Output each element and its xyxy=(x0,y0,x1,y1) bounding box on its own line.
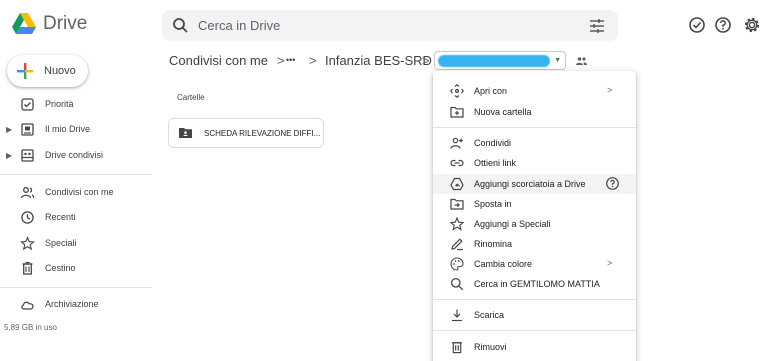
breadcrumb-infanzia[interactable]: Infanzia BES-SRD xyxy=(325,53,432,68)
sidebar-item-starred[interactable]: Speciali xyxy=(0,233,152,255)
sidebar-divider xyxy=(0,174,152,175)
menu-item-label: Aggiungi scorciatoia a Drive xyxy=(474,179,586,189)
new-folder-icon xyxy=(450,105,464,119)
chevron-down-icon: ▼ xyxy=(554,57,561,64)
search-bar[interactable]: Cerca in Drive xyxy=(162,10,618,41)
submenu-arrow-icon: > xyxy=(607,85,613,95)
menu-item-search-in[interactable]: Cerca in GEMTILOMO MATTIA xyxy=(433,274,636,294)
menu-item-get-link[interactable]: Ottieni link xyxy=(433,153,636,173)
breadcrumb-separator: > xyxy=(422,53,430,68)
current-folder-dropdown[interactable]: ▼ xyxy=(434,51,566,70)
sidebar-item-recent[interactable]: Recenti xyxy=(0,207,152,229)
menu-item-label: Condividi xyxy=(474,138,512,148)
sidebar-divider xyxy=(0,287,152,288)
open-with-icon xyxy=(450,84,464,98)
menu-item-download[interactable]: Scarica xyxy=(433,305,636,325)
expand-caret-icon[interactable]: ▶ xyxy=(6,125,12,134)
search-icon[interactable] xyxy=(172,17,189,34)
sidebar-item-label: Condivisi con me xyxy=(45,187,114,197)
sidebar-item-label: Speciali xyxy=(45,238,77,248)
menu-divider xyxy=(433,127,636,128)
sidebar-item-my-drive[interactable]: ▶ Il mio Drive xyxy=(0,119,152,141)
sidebar-item-priority[interactable]: Priorità xyxy=(0,94,152,116)
menu-item-share[interactable]: Condividi xyxy=(433,133,636,153)
breadcrumb-separator: > xyxy=(277,53,285,68)
share-icon xyxy=(450,136,464,150)
menu-item-label: Apri con xyxy=(474,86,508,96)
menu-item-label: Rimuovi xyxy=(474,342,507,352)
menu-item-label: Rinomina xyxy=(474,239,513,249)
search-in-icon xyxy=(450,277,464,291)
new-button[interactable]: Nuovo xyxy=(7,55,88,87)
trash-icon xyxy=(450,340,464,354)
sidebar-item-trash[interactable]: Cestino xyxy=(0,258,152,280)
add-shortcut-icon xyxy=(450,177,464,191)
cloud-icon xyxy=(20,297,35,312)
shared-drives-icon xyxy=(20,148,35,163)
menu-item-new-folder[interactable]: Nuova cartella xyxy=(433,102,636,122)
star-icon xyxy=(20,236,35,251)
menu-item-open-with[interactable]: Apri con > xyxy=(433,81,636,101)
sidebar-item-shared-drives[interactable]: ▶ Drive condivisi xyxy=(0,145,152,167)
menu-item-change-color[interactable]: Cambia colore > xyxy=(433,254,636,274)
star-outline-icon xyxy=(450,217,464,231)
plus-icon xyxy=(15,61,35,81)
brand-name[interactable]: Drive xyxy=(43,13,87,35)
priority-icon xyxy=(20,97,35,112)
menu-item-label: Ottieni link xyxy=(474,158,517,168)
sidebar-item-storage[interactable]: Archiviazione xyxy=(0,294,152,316)
breadcrumb-separator: > xyxy=(309,53,317,68)
menu-item-add-shortcut[interactable]: Aggiungi scorciatoia a Drive xyxy=(433,174,636,194)
folders-section-label: Cartelle xyxy=(177,93,205,102)
sidebar-item-shared-with-me[interactable]: Condivisi con me xyxy=(0,182,152,204)
settings-icon[interactable] xyxy=(742,15,762,35)
menu-item-label: Scarica xyxy=(474,310,505,320)
top-bar: Drive Cerca in Drive xyxy=(0,0,770,50)
submenu-arrow-icon: > xyxy=(607,258,613,268)
help-icon[interactable] xyxy=(605,176,620,191)
drive-logo-icon[interactable] xyxy=(12,13,36,35)
context-menu: Apri con > Nuova cartella Condividi Otti… xyxy=(433,71,636,361)
menu-item-remove[interactable]: Rimuovi xyxy=(433,337,636,357)
menu-divider xyxy=(433,299,636,300)
search-options-icon[interactable] xyxy=(589,18,605,34)
sidebar-item-label: Cestino xyxy=(45,263,76,273)
folder-name: SCHEDA RILEVAZIONE DIFFI... xyxy=(204,129,321,138)
link-icon xyxy=(450,156,464,170)
breadcrumb-more[interactable]: ••• xyxy=(286,55,295,65)
breadcrumb-shared-with-me[interactable]: Condivisi con me xyxy=(169,53,268,68)
sidebar-item-label: Il mio Drive xyxy=(45,124,91,134)
search-input[interactable]: Cerca in Drive xyxy=(198,18,280,33)
folder-card[interactable]: SCHEDA RILEVAZIONE DIFFI... xyxy=(168,118,324,148)
expand-caret-icon[interactable]: ▶ xyxy=(6,151,12,160)
rename-icon xyxy=(450,237,464,251)
redacted-folder-name xyxy=(438,55,550,67)
sidebar-item-label: Recenti xyxy=(45,212,76,222)
recent-icon xyxy=(20,210,35,225)
menu-item-label: Sposta in xyxy=(474,199,512,209)
sidebar-item-label: Priorità xyxy=(45,99,74,109)
help-icon[interactable] xyxy=(713,15,733,35)
menu-item-label: Aggiungi a Speciali xyxy=(474,219,551,229)
sidebar-item-label: Drive condivisi xyxy=(45,150,104,160)
download-icon xyxy=(450,308,464,322)
my-drive-icon xyxy=(20,122,35,137)
shared-with-me-icon xyxy=(20,185,35,200)
shared-people-icon[interactable] xyxy=(575,55,588,67)
trash-icon xyxy=(20,261,35,276)
ready-offline-icon[interactable] xyxy=(687,15,707,35)
palette-icon xyxy=(450,257,464,271)
menu-item-label: Cerca in GEMTILOMO MATTIA xyxy=(474,279,600,289)
menu-item-label: Cambia colore xyxy=(474,259,533,269)
menu-item-add-starred[interactable]: Aggiungi a Speciali xyxy=(433,214,636,234)
sidebar-item-label: Archiviazione xyxy=(45,299,99,309)
shared-folder-icon xyxy=(179,127,192,138)
menu-item-move-to[interactable]: Sposta in xyxy=(433,194,636,214)
menu-divider xyxy=(433,330,636,331)
storage-usage-text: 5,89 GB in uso xyxy=(4,323,57,332)
menu-item-label: Nuova cartella xyxy=(474,107,532,117)
new-button-label: Nuovo xyxy=(44,65,76,77)
menu-item-rename[interactable]: Rinomina xyxy=(433,234,636,254)
move-icon xyxy=(450,197,464,211)
